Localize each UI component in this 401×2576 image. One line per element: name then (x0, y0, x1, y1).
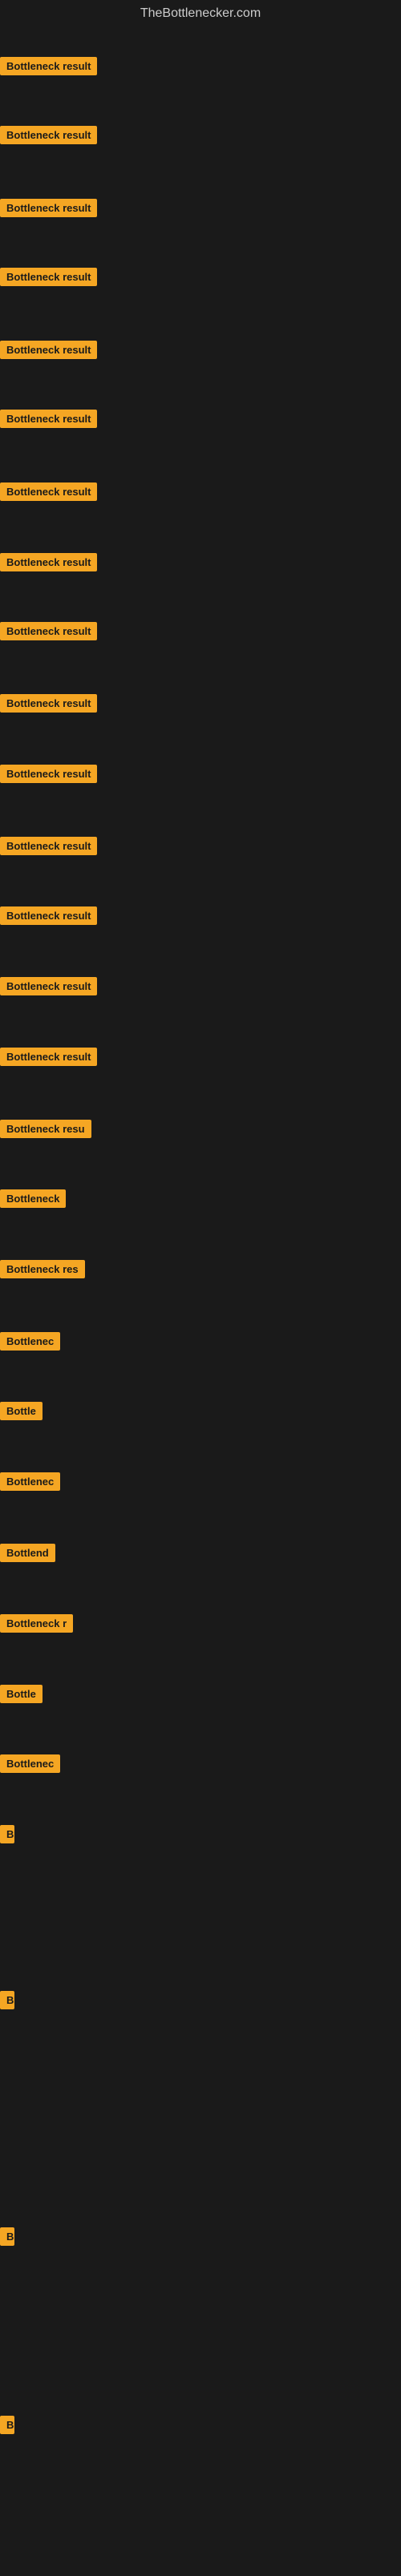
bottleneck-item-9[interactable]: Bottleneck result (0, 622, 97, 644)
bottleneck-item-23[interactable]: Bottleneck r (0, 1614, 73, 1637)
bottleneck-badge-16: Bottleneck resu (0, 1120, 91, 1138)
bottleneck-item-18[interactable]: Bottleneck res (0, 1260, 85, 1282)
bottleneck-badge-3: Bottleneck result (0, 199, 97, 217)
bottleneck-badge-14: Bottleneck result (0, 977, 97, 995)
bottleneck-badge-20: Bottle (0, 1402, 43, 1420)
bottleneck-item-14[interactable]: Bottleneck result (0, 977, 97, 999)
bottleneck-badge-18: Bottleneck res (0, 1260, 85, 1278)
bottleneck-badge-11: Bottleneck result (0, 765, 97, 783)
bottleneck-badge-27: B (0, 1991, 14, 2009)
bottleneck-item-16[interactable]: Bottleneck resu (0, 1120, 91, 1142)
bottleneck-item-2[interactable]: Bottleneck result (0, 126, 97, 148)
bottleneck-item-4[interactable]: Bottleneck result (0, 268, 97, 290)
bottleneck-item-20[interactable]: Bottle (0, 1402, 43, 1424)
bottleneck-badge-7: Bottleneck result (0, 482, 97, 501)
bottleneck-badge-25: Bottlenec (0, 1754, 60, 1773)
bottleneck-item-26[interactable]: B (0, 1825, 14, 1847)
bottleneck-badge-29: B (0, 2416, 14, 2434)
bottleneck-badge-5: Bottleneck result (0, 341, 97, 359)
bottleneck-badge-17: Bottleneck (0, 1189, 66, 1208)
bottleneck-item-13[interactable]: Bottleneck result (0, 906, 97, 929)
bottleneck-badge-28: B (0, 2227, 14, 2246)
bottleneck-badge-13: Bottleneck result (0, 906, 97, 925)
bottleneck-item-21[interactable]: Bottlenec (0, 1472, 60, 1495)
bottleneck-badge-15: Bottleneck result (0, 1048, 97, 1066)
bottleneck-badge-6: Bottleneck result (0, 410, 97, 428)
bottleneck-item-7[interactable]: Bottleneck result (0, 482, 97, 505)
bottleneck-item-12[interactable]: Bottleneck result (0, 837, 97, 859)
bottleneck-item-17[interactable]: Bottleneck (0, 1189, 66, 1212)
bottleneck-badge-1: Bottleneck result (0, 57, 97, 75)
bottleneck-item-10[interactable]: Bottleneck result (0, 694, 97, 717)
bottleneck-item-29[interactable]: B (0, 2416, 14, 2438)
bottleneck-item-6[interactable]: Bottleneck result (0, 410, 97, 432)
bottleneck-badge-8: Bottleneck result (0, 553, 97, 571)
bottleneck-item-15[interactable]: Bottleneck result (0, 1048, 97, 1070)
bottleneck-badge-24: Bottle (0, 1685, 43, 1703)
bottleneck-badge-26: B (0, 1825, 14, 1843)
site-title: TheBottlenecker.com (0, 0, 401, 27)
bottleneck-badge-2: Bottleneck result (0, 126, 97, 144)
bottleneck-badge-12: Bottleneck result (0, 837, 97, 855)
bottleneck-item-24[interactable]: Bottle (0, 1685, 43, 1707)
bottleneck-badge-4: Bottleneck result (0, 268, 97, 286)
bottleneck-item-5[interactable]: Bottleneck result (0, 341, 97, 363)
bottleneck-badge-22: Bottlend (0, 1544, 55, 1562)
bottleneck-item-11[interactable]: Bottleneck result (0, 765, 97, 787)
bottleneck-item-19[interactable]: Bottlenec (0, 1332, 60, 1355)
bottleneck-item-22[interactable]: Bottlend (0, 1544, 55, 1566)
bottleneck-item-25[interactable]: Bottlenec (0, 1754, 60, 1777)
bottleneck-item-1[interactable]: Bottleneck result (0, 57, 97, 79)
bottleneck-badge-10: Bottleneck result (0, 694, 97, 713)
bottleneck-item-8[interactable]: Bottleneck result (0, 553, 97, 575)
bottleneck-item-3[interactable]: Bottleneck result (0, 199, 97, 221)
bottleneck-badge-21: Bottlenec (0, 1472, 60, 1491)
bottleneck-badge-19: Bottlenec (0, 1332, 60, 1351)
bottleneck-item-27[interactable]: B (0, 1991, 14, 2013)
bottleneck-badge-23: Bottleneck r (0, 1614, 73, 1633)
bottleneck-item-28[interactable]: B (0, 2227, 14, 2250)
bottleneck-badge-9: Bottleneck result (0, 622, 97, 640)
